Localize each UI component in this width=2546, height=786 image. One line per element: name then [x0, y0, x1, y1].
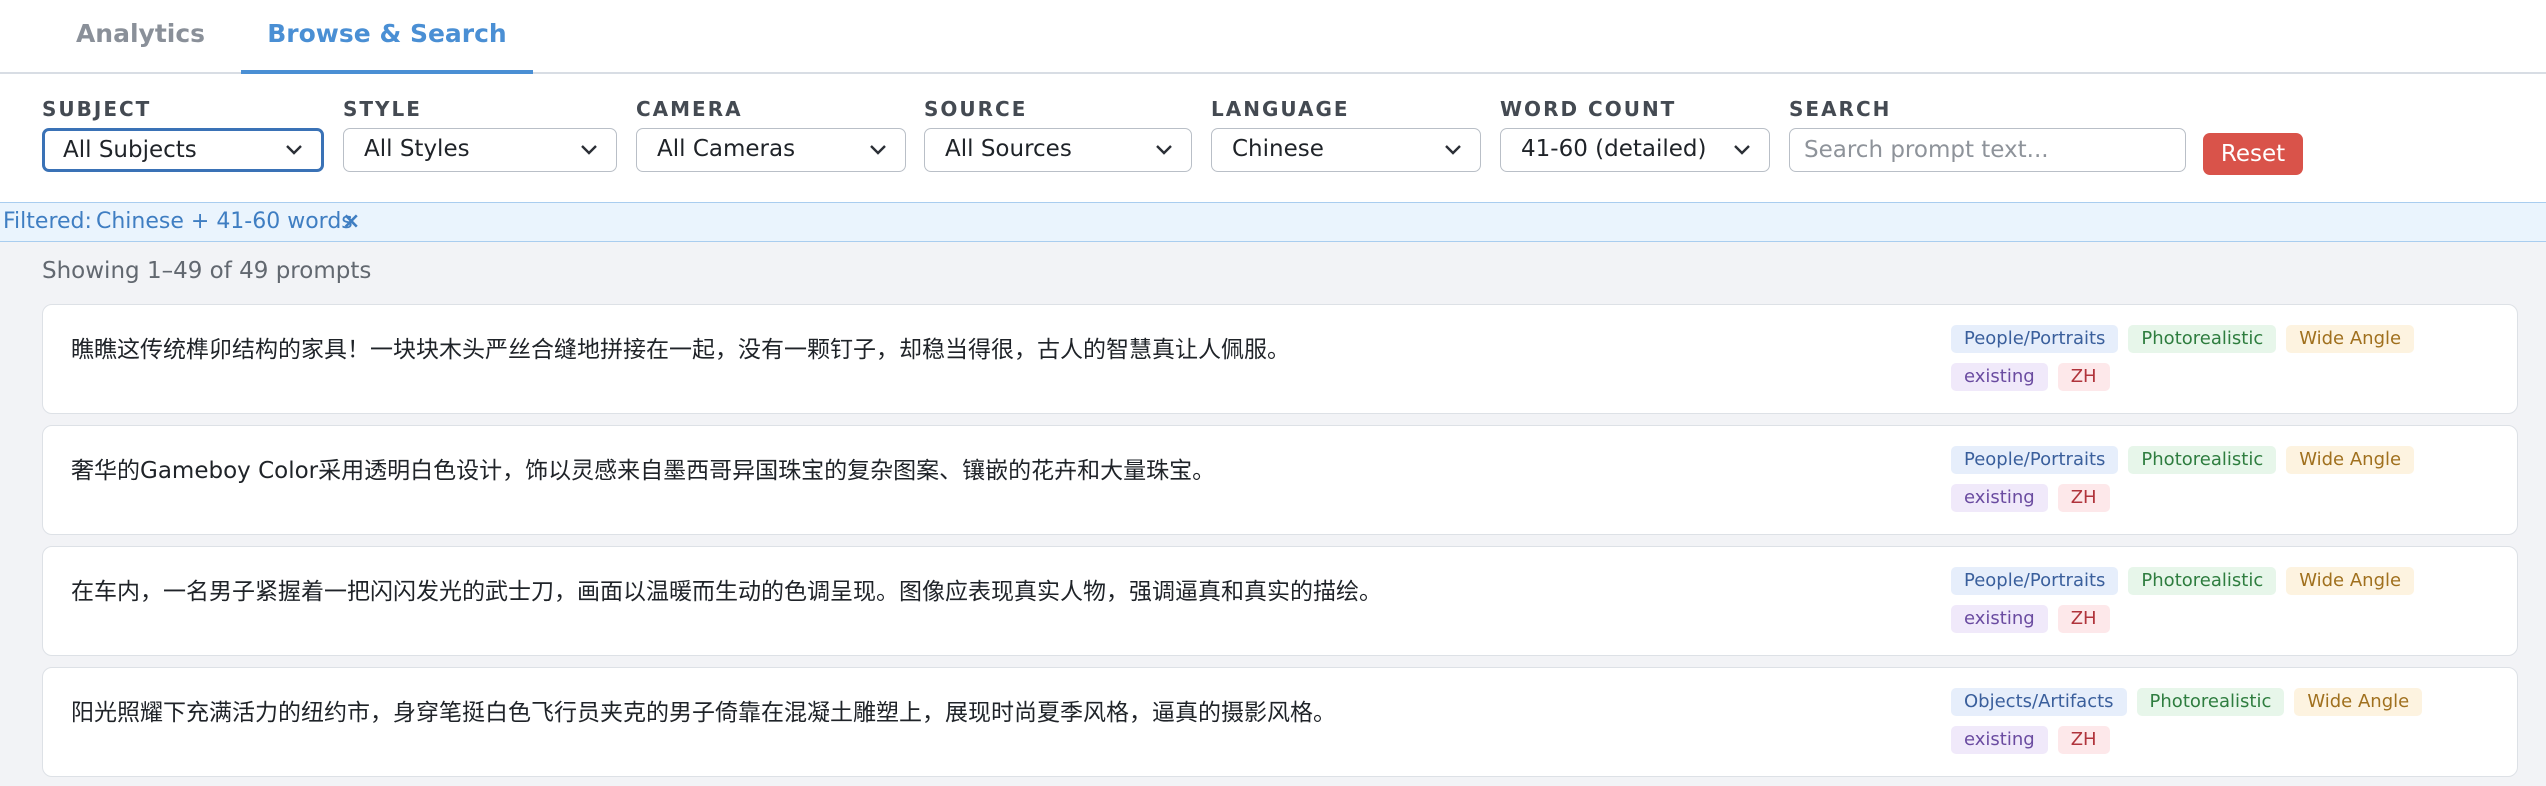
camera-value: All Cameras	[657, 136, 796, 162]
tab-bar: Analytics Browse & Search	[0, 0, 2546, 75]
chevron-down-icon	[869, 129, 891, 171]
style-tag: Photorealistic	[2128, 325, 2277, 353]
camera-filter: CAMERA All Cameras	[636, 96, 906, 172]
active-filter-bar: Filtered: Chinese + 41-60 words ×	[0, 202, 2546, 242]
search-label: SEARCH	[1789, 97, 1892, 121]
filter-bar-label: Filtered:	[3, 209, 92, 234]
camera-tag: Wide Angle	[2286, 567, 2415, 595]
camera-label: CAMERA	[636, 97, 743, 121]
prompt-text: 阳光照耀下充满活力的纽约市，身穿笔挺白色飞行员夹克的男子倚靠在混凝土雕塑上，展现…	[71, 700, 1336, 726]
style-filter: STYLE All Styles	[343, 96, 617, 172]
camera-tag: Wide Angle	[2294, 688, 2423, 716]
prompt-card[interactable]: 在车内，一名男子紧握着一把闪闪发光的武士刀，画面以温暖而生动的色调呈现。图像应表…	[42, 546, 2518, 656]
style-label: STYLE	[343, 97, 422, 121]
language-select[interactable]: Chinese	[1211, 128, 1481, 172]
prompt-text: 在车内，一名男子紧握着一把闪闪发光的武士刀，画面以温暖而生动的色调呈现。图像应表…	[71, 579, 1382, 605]
prompt-tags: Objects/Artifacts Photorealistic Wide Angl…	[1951, 688, 2511, 764]
subject-select[interactable]: All Subjects	[42, 128, 324, 172]
subject-label: SUBJECT	[42, 97, 152, 121]
language-tag: ZH	[2057, 363, 2110, 391]
results-summary: Showing 1–49 of 49 prompts	[42, 258, 372, 284]
prompt-tags: People/Portraits Photorealistic Wide Angle…	[1951, 325, 2511, 401]
prompt-tags: People/Portraits Photorealistic Wide Angle…	[1951, 567, 2511, 643]
subject-value: All Subjects	[63, 137, 197, 163]
source-tag: existing	[1951, 363, 2048, 391]
prompt-card[interactable]: 阳光照耀下充满活力的纽约市，身穿笔挺白色飞行员夹克的男子倚靠在混凝土雕塑上，展现…	[42, 667, 2518, 777]
search-filter: SEARCH	[1789, 96, 2186, 172]
source-tag: existing	[1951, 484, 2048, 512]
camera-tag: Wide Angle	[2286, 446, 2415, 474]
tab-browse-search[interactable]: Browse & Search	[241, 0, 533, 75]
source-filter: SOURCE All Sources	[924, 96, 1192, 172]
language-tag: ZH	[2057, 726, 2110, 754]
camera-tag: Wide Angle	[2286, 325, 2415, 353]
language-value: Chinese	[1232, 136, 1324, 162]
word-count-label: WORD COUNT	[1500, 97, 1677, 121]
subject-tag: People/Portraits	[1951, 567, 2119, 595]
subject-tag: People/Portraits	[1951, 325, 2119, 353]
chevron-down-icon	[1733, 129, 1755, 171]
prompt-card[interactable]: 奢华的Gameboy Color采用透明白色设计，饰以灵感来自墨西哥异国珠宝的复…	[42, 425, 2518, 535]
language-label: LANGUAGE	[1211, 97, 1350, 121]
style-tag: Photorealistic	[2136, 688, 2285, 716]
filter-bar-value: Chinese + 41-60 words	[96, 209, 353, 234]
subject-filter: SUBJECT All Subjects	[42, 96, 324, 172]
source-select[interactable]: All Sources	[924, 128, 1192, 172]
style-select[interactable]: All Styles	[343, 128, 617, 172]
word-count-select[interactable]: 41-60 (detailed)	[1500, 128, 1770, 172]
subject-tag: Objects/Artifacts	[1951, 688, 2127, 716]
camera-select[interactable]: All Cameras	[636, 128, 906, 172]
filter-panel: SUBJECT All Subjects STYLE All Styles CA…	[0, 74, 2546, 202]
chevron-down-icon	[285, 131, 307, 169]
prompt-tags: People/Portraits Photorealistic Wide Angle…	[1951, 446, 2511, 522]
search-input[interactable]	[1789, 128, 2186, 172]
language-filter: LANGUAGE Chinese	[1211, 96, 1481, 172]
chevron-down-icon	[580, 129, 602, 171]
chevron-down-icon	[1444, 129, 1466, 171]
prompt-text: 瞧瞧这传统榫卯结构的家具！一块块木头严丝合缝地拼接在一起，没有一颗钉子，却稳当得…	[71, 337, 1290, 363]
chevron-down-icon	[1155, 129, 1177, 171]
word-count-filter: WORD COUNT 41-60 (detailed)	[1500, 96, 1770, 172]
source-label: SOURCE	[924, 97, 1028, 121]
tab-analytics[interactable]: Analytics	[48, 0, 233, 72]
source-value: All Sources	[945, 136, 1072, 162]
clear-filter-icon[interactable]: ×	[342, 203, 360, 240]
subject-tag: People/Portraits	[1951, 446, 2119, 474]
language-tag: ZH	[2057, 484, 2110, 512]
style-value: All Styles	[364, 136, 470, 162]
source-tag: existing	[1951, 726, 2048, 754]
reset-button[interactable]: Reset	[2203, 133, 2303, 175]
style-tag: Photorealistic	[2128, 446, 2277, 474]
prompt-text: 奢华的Gameboy Color采用透明白色设计，饰以灵感来自墨西哥异国珠宝的复…	[71, 458, 1216, 484]
source-tag: existing	[1951, 605, 2048, 633]
word-count-value: 41-60 (detailed)	[1521, 136, 1707, 162]
language-tag: ZH	[2057, 605, 2110, 633]
style-tag: Photorealistic	[2128, 567, 2277, 595]
prompt-card[interactable]: 瞧瞧这传统榫卯结构的家具！一块块木头严丝合缝地拼接在一起，没有一颗钉子，却稳当得…	[42, 304, 2518, 414]
